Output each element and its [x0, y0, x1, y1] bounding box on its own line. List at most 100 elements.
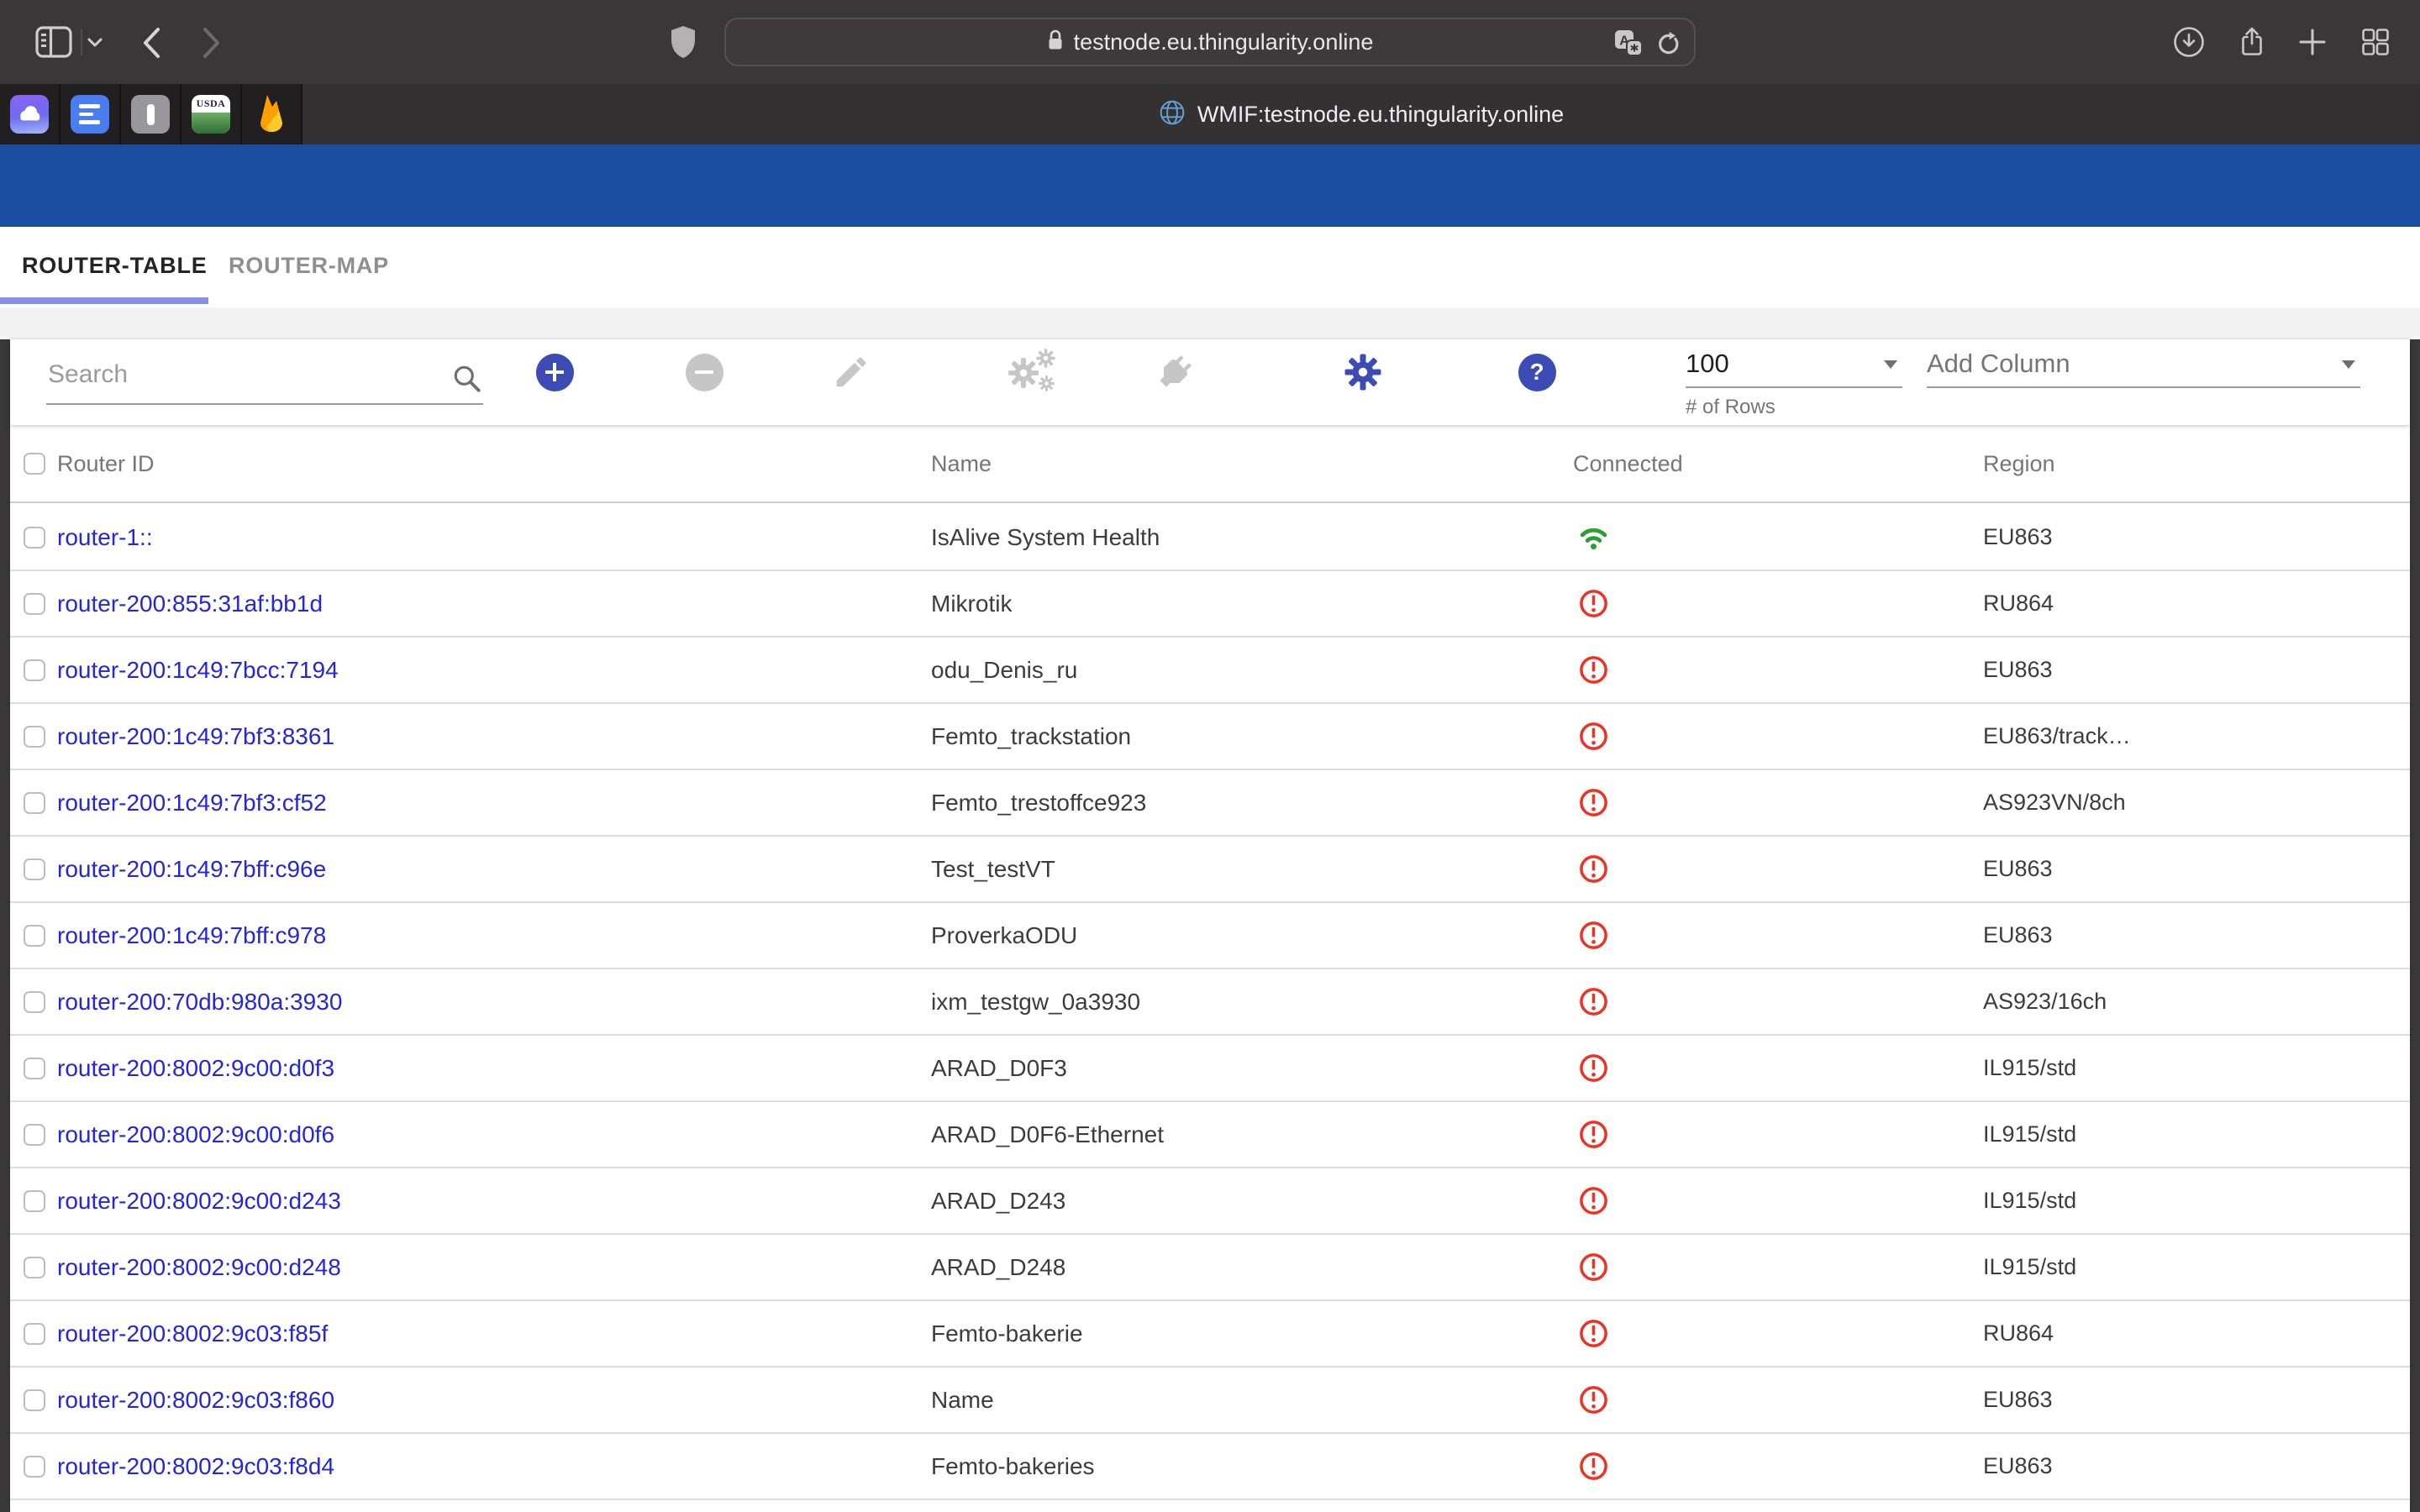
- router-id-link[interactable]: router-200:8002:9c03:f85f: [57, 1320, 328, 1347]
- status-bubble: [0, 1500, 8, 1512]
- rows-per-page-select[interactable]: 100 # of Rows: [1686, 348, 1902, 419]
- forward-button[interactable]: [202, 27, 222, 63]
- pinned-tab-firebase[interactable]: [242, 84, 302, 144]
- chevron-down-icon: [1884, 360, 1897, 369]
- usda-icon: USDA: [192, 95, 230, 134]
- table-row: router-200:70db:980a:3930 ixm_testgw_0a3…: [10, 969, 2410, 1036]
- router-name: odu_Denis_ru: [931, 657, 1573, 684]
- pinned-tab-icloud[interactable]: [0, 84, 60, 144]
- router-id-link[interactable]: router-200:1c49:7bcc:7194: [57, 657, 339, 683]
- address-bar[interactable]: testnode.eu.thingularity.online A: [724, 18, 1696, 66]
- router-id-link[interactable]: router-200:70db:980a:3930: [57, 989, 342, 1015]
- row-checkbox[interactable]: [24, 1323, 45, 1345]
- router-name: Femto_trackstation: [931, 723, 1573, 750]
- router-region: IL915/std: [1983, 1055, 2410, 1081]
- toolbar-help-button[interactable]: ?: [1513, 349, 1560, 396]
- chevron-down-icon: [2342, 360, 2355, 369]
- row-checkbox[interactable]: [24, 527, 45, 549]
- table-body: router-1:: IsAlive System Health EU863 r…: [10, 505, 2410, 1500]
- add-column-placeholder: Add Column: [1927, 348, 2360, 380]
- row-checkbox[interactable]: [24, 1257, 45, 1278]
- globe-icon: [1159, 99, 1186, 130]
- router-id-link[interactable]: router-200:1c49:7bff:c96e: [57, 856, 326, 882]
- router-id-link[interactable]: router-200:8002:9c00:d0f6: [57, 1121, 334, 1147]
- tab-router-table[interactable]: ROUTER-TABLE: [22, 252, 208, 279]
- translate-icon[interactable]: A: [1613, 29, 1644, 63]
- row-checkbox[interactable]: [24, 726, 45, 748]
- router-region: EU863: [1983, 657, 2410, 683]
- tab-overview-icon[interactable]: [2357, 24, 2394, 60]
- row-checkbox[interactable]: [24, 858, 45, 880]
- router-id-link[interactable]: router-200:8002:9c00:d0f3: [57, 1055, 334, 1081]
- downloads-icon[interactable]: [2170, 24, 2207, 60]
- error-status-icon: [1578, 1318, 1609, 1349]
- services-gears-icon[interactable]: [1004, 349, 1063, 396]
- row-checkbox[interactable]: [24, 1058, 45, 1079]
- share-icon[interactable]: [2233, 24, 2270, 60]
- back-button[interactable]: [141, 27, 161, 63]
- browser-chrome: testnode.eu.thingularity.online A: [0, 0, 2420, 84]
- router-id-link[interactable]: router-200:1c49:7bff:c978: [57, 922, 326, 948]
- table-row: router-200:8002:9c03:f8d4 Femto-bakeries…: [10, 1434, 2410, 1500]
- table-row: router-200:8002:9c00:d248 ARAD_D248 IL91…: [10, 1235, 2410, 1301]
- router-name: Name: [931, 1387, 1573, 1414]
- router-id-link[interactable]: router-200:1c49:7bf3:cf52: [57, 790, 327, 816]
- router-id-link[interactable]: router-200:8002:9c00:d243: [57, 1188, 341, 1214]
- router-id-link[interactable]: router-200:8002:9c00:d248: [57, 1254, 341, 1280]
- router-id-link[interactable]: router-1::: [57, 524, 153, 550]
- row-checkbox[interactable]: [24, 659, 45, 681]
- table-row: router-200:1c49:7bf3:8361 Femto_tracksta…: [10, 704, 2410, 770]
- tab-router-map[interactable]: ROUTER-MAP: [229, 252, 389, 279]
- error-status-icon: [1578, 588, 1609, 619]
- active-browser-tab[interactable]: WMIF:testnode.eu.thingularity.online: [302, 84, 2420, 144]
- pinned-tab-info[interactable]: [121, 84, 182, 144]
- search-field[interactable]: [46, 351, 483, 405]
- row-checkbox[interactable]: [24, 1389, 45, 1411]
- new-tab-icon[interactable]: [2294, 24, 2331, 60]
- router-id-link[interactable]: router-200:8002:9c03:f8d4: [57, 1453, 334, 1479]
- pinned-tab-docs[interactable]: [60, 84, 121, 144]
- router-id-link[interactable]: router-200:855:31af:bb1d: [57, 591, 323, 617]
- info-bar-icon: [131, 95, 170, 134]
- error-status-icon: [1578, 1384, 1609, 1415]
- router-region: AS923VN/8ch: [1983, 790, 2410, 816]
- chevron-down-icon[interactable]: [87, 37, 103, 52]
- row-checkbox[interactable]: [24, 593, 45, 615]
- table-row: router-200:8002:9c03:f860 Name EU863: [10, 1368, 2410, 1434]
- search-icon: [451, 363, 483, 399]
- error-status-icon: [1578, 1451, 1609, 1482]
- search-input[interactable]: [46, 351, 483, 403]
- row-checkbox[interactable]: [24, 991, 45, 1013]
- router-region: EU863/track…: [1983, 723, 2410, 749]
- connect-plug-icon[interactable]: [1151, 349, 1198, 396]
- router-id-link[interactable]: router-200:1c49:7bf3:8361: [57, 723, 334, 749]
- privacy-shield-icon[interactable]: [671, 25, 696, 63]
- table-row: router-200:1c49:7bf3:cf52 Femto_trestoff…: [10, 770, 2410, 837]
- settings-gear-icon[interactable]: [1339, 349, 1386, 396]
- row-checkbox[interactable]: [24, 925, 45, 947]
- url-text: testnode.eu.thingularity.online: [1074, 29, 1374, 55]
- error-status-icon: [1578, 1252, 1609, 1283]
- pinned-tab-usda[interactable]: USDA: [182, 84, 242, 144]
- edit-icon[interactable]: [828, 349, 875, 396]
- row-checkbox[interactable]: [24, 1190, 45, 1212]
- row-checkbox[interactable]: [24, 792, 45, 814]
- sidebar-toggle-icon[interactable]: [34, 25, 73, 59]
- column-header-connected: Connected: [1573, 451, 1983, 477]
- router-region: EU863: [1983, 524, 2410, 550]
- error-status-icon: [1578, 1053, 1609, 1084]
- router-id-link[interactable]: router-200:8002:9c03:f860: [57, 1387, 334, 1413]
- router-name: ARAD_D243: [931, 1188, 1573, 1215]
- select-all-checkbox[interactable]: [24, 453, 45, 475]
- error-status-icon: [1578, 1185, 1609, 1216]
- router-region: IL915/std: [1983, 1121, 2410, 1147]
- router-region: EU863: [1983, 1453, 2410, 1479]
- add-router-button[interactable]: [531, 349, 578, 396]
- row-checkbox[interactable]: [24, 1456, 45, 1478]
- add-column-select[interactable]: Add Column: [1927, 348, 2360, 388]
- reload-icon[interactable]: [1654, 30, 1681, 61]
- row-checkbox[interactable]: [24, 1124, 45, 1146]
- remove-router-button[interactable]: [681, 349, 728, 396]
- router-region: EU863: [1983, 922, 2410, 948]
- router-name: Mikrotik: [931, 591, 1573, 617]
